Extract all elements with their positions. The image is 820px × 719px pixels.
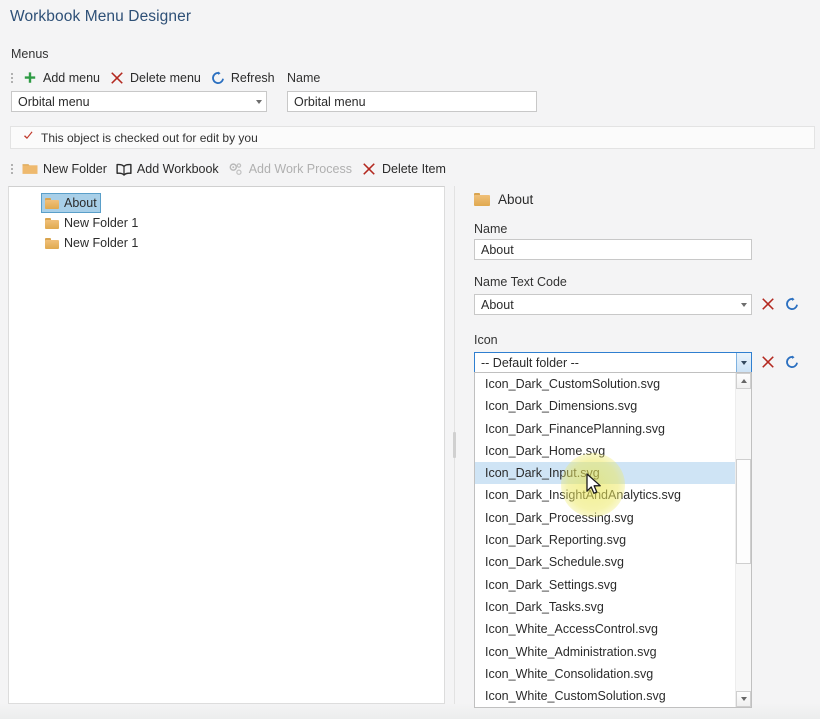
new-folder-label: New Folder [43,162,107,176]
delete-item-button[interactable]: Delete Item [358,160,452,178]
delete-menu-button[interactable]: Delete menu [106,69,207,87]
chevron-down-icon[interactable] [736,691,751,707]
refresh-label: Refresh [231,71,275,85]
toolbar-grip[interactable] [8,161,16,177]
dropdown-scrollbar[interactable] [735,373,751,707]
gears-icon [228,161,244,177]
add-menu-button[interactable]: Add menu [19,69,106,87]
icon-option[interactable]: Icon_Dark_InsightAndAnalytics.svg [475,484,751,506]
icon-refresh-button[interactable] [783,353,801,371]
detail-title: About [498,192,533,207]
new-folder-button[interactable]: New Folder [19,160,113,178]
icon-field-label: Icon [474,333,498,347]
icon-dropdown-list[interactable]: Icon_Dark_CustomSolution.svgIcon_Dark_Di… [474,372,752,708]
folder-icon [45,198,59,209]
icon-option[interactable]: Icon_Dark_Home.svg [475,440,751,462]
icon-option[interactable]: Icon_Dark_Processing.svg [475,507,751,529]
icon-option[interactable]: Icon_Dark_FinancePlanning.svg [475,418,751,440]
scrollbar-thumb[interactable] [736,459,751,564]
tree-node-label: New Folder 1 [64,216,138,230]
icon-option[interactable]: Icon_White_AccessControl.svg [475,618,751,640]
add-workbook-label: Add Workbook [137,162,219,176]
detail-name-value: About [481,243,514,257]
check-icon [23,131,33,144]
items-toolbar: New Folder Add Workbook Add Work Pro [8,158,452,180]
chevron-up-icon[interactable] [736,373,751,389]
detail-name-label: Name [474,222,507,236]
workbook-menu-designer-window: Workbook Menu Designer Menus Add menu De… [0,0,820,719]
menu-select-value: Orbital menu [18,95,251,109]
icon-option[interactable]: Icon_Dark_Tasks.svg [475,596,751,618]
tree-node-label: New Folder 1 [64,236,138,250]
icon-combo[interactable]: -- Default folder -- [474,352,752,373]
book-icon [116,161,132,177]
chevron-down-icon[interactable] [736,295,751,314]
tree-node-about[interactable]: About [41,193,101,213]
icon-option[interactable]: Icon_White_Administration.svg [475,641,751,663]
chevron-down-icon[interactable] [251,92,266,111]
chevron-down-icon[interactable] [736,353,751,372]
menus-toolbar: Add menu Delete menu Refresh [8,67,281,89]
add-work-process-label: Add Work Process [249,162,352,176]
icon-option-list: Icon_Dark_CustomSolution.svgIcon_Dark_Di… [475,373,751,707]
detail-name-input[interactable]: About [474,239,752,260]
x-icon [361,161,377,177]
menu-tree-panel[interactable]: About New Folder 1 New Folder 1 [8,186,445,704]
icon-option[interactable]: Icon_White_Consolidation.svg [475,663,751,685]
name-text-code-refresh-button[interactable] [783,295,801,313]
tree-node-new-folder-1[interactable]: New Folder 1 [41,213,142,233]
name-label: Name [287,71,320,85]
folder-icon [22,161,38,177]
icon-option[interactable]: Icon_Dark_Input.svg [475,462,751,484]
icon-option[interactable]: Icon_Dark_Dimensions.svg [475,395,751,417]
icon-option[interactable]: Icon_Dark_Reporting.svg [475,529,751,551]
folder-icon [45,238,59,249]
name-text-code-value: About [481,298,736,312]
delete-menu-label: Delete menu [130,71,201,85]
icon-combo-value: -- Default folder -- [481,356,736,370]
splitter-grip[interactable] [453,432,456,458]
toolbar-grip[interactable] [8,70,16,86]
icon-option[interactable]: Icon_Dark_Schedule.svg [475,551,751,573]
page-title: Workbook Menu Designer [10,8,191,26]
x-icon [109,70,125,86]
tree-node-list: About New Folder 1 New Folder 1 [9,187,444,253]
icon-clear-button[interactable] [759,353,777,371]
detail-header: About [474,192,533,207]
name-text-code-clear-button[interactable] [759,295,777,313]
name-text-code-label: Name Text Code [474,275,567,289]
add-workbook-button[interactable]: Add Workbook [113,160,225,178]
checkout-status-bar: This object is checked out for edit by y… [10,126,815,149]
tree-node-new-folder-2[interactable]: New Folder 1 [41,233,142,253]
menus-section-label: Menus [11,47,49,61]
tree-node-label: About [64,196,97,210]
delete-item-label: Delete Item [382,162,446,176]
menu-select-combo[interactable]: Orbital menu [11,91,267,112]
icon-option[interactable]: Icon_White_CustomSolution.svg [475,685,751,707]
add-work-process-button[interactable]: Add Work Process [225,160,358,178]
icon-option[interactable]: Icon_Dark_Settings.svg [475,574,751,596]
menu-name-input[interactable]: Orbital menu [287,91,537,112]
refresh-button[interactable]: Refresh [207,69,281,87]
icon-option[interactable]: Icon_Dark_CustomSolution.svg [475,373,751,395]
folder-icon [474,193,490,206]
add-menu-label: Add menu [43,71,100,85]
checkout-status-text: This object is checked out for edit by y… [41,131,258,145]
menu-name-value: Orbital menu [294,95,366,109]
name-text-code-combo[interactable]: About [474,294,752,315]
plus-icon [22,70,38,86]
panel-splitter[interactable] [452,186,457,704]
refresh-icon [210,70,226,86]
folder-icon [45,218,59,229]
